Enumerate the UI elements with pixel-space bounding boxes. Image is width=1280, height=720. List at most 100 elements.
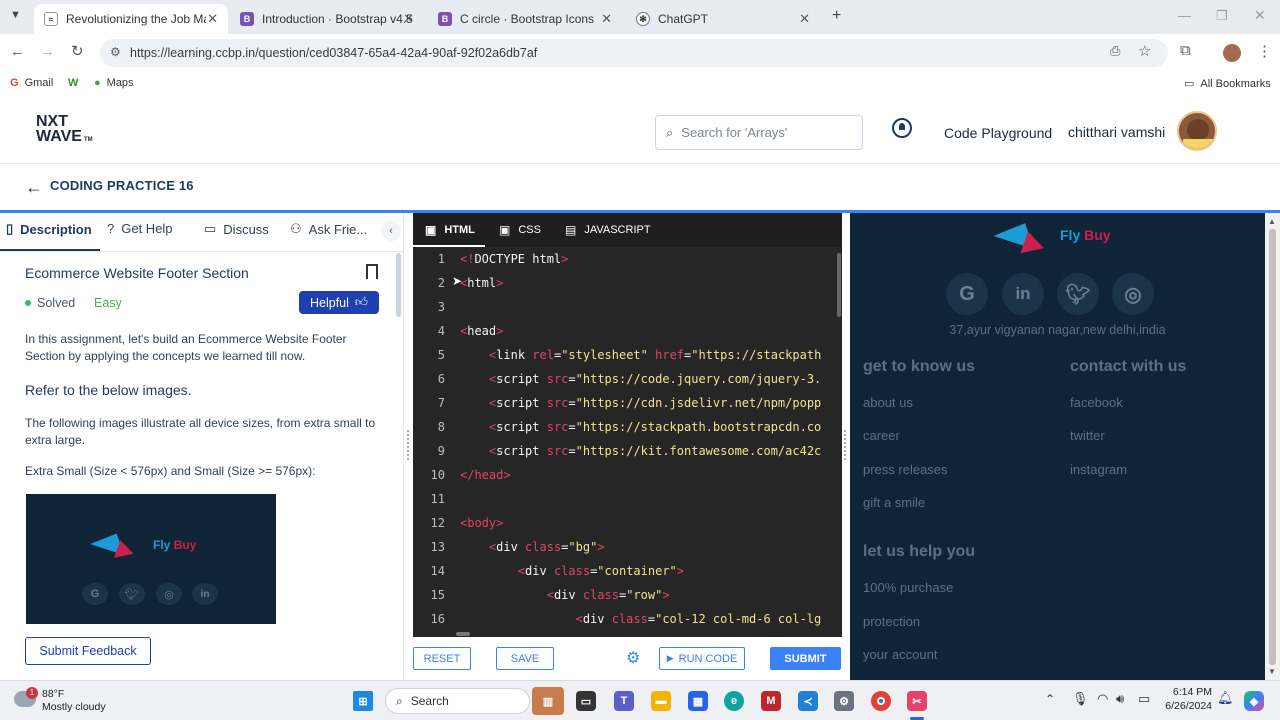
file-explorer-icon[interactable]: ▬ bbox=[651, 691, 671, 711]
code-line[interactable]: 1 <!DOCTYPE html> bbox=[413, 247, 842, 271]
link-purchase[interactable]: 100% purchase bbox=[863, 580, 953, 595]
browser-tab-nxtwave[interactable]: ≈ Revolutionizing the Job Market ✕ bbox=[34, 4, 228, 34]
chrome-icon[interactable] bbox=[871, 691, 891, 711]
close-icon[interactable]: ✕ bbox=[601, 11, 612, 27]
code-line[interactable]: 9 <script src="https://kit.fontawesome.c… bbox=[413, 439, 842, 463]
code-line[interactable]: 8 <script src="https://stackpath.bootstr… bbox=[413, 415, 842, 439]
browser-tab-chatgpt[interactable]: ✻ ChatGPT ✕ bbox=[626, 4, 820, 34]
install-app-icon[interactable]: ⎙ bbox=[1110, 43, 1120, 59]
link-about-us[interactable]: about us bbox=[863, 395, 913, 410]
taskbar-widget-icon[interactable]: ▥ bbox=[532, 687, 564, 715]
run-code-button[interactable]: ▶ RUN CODE bbox=[659, 647, 745, 670]
menu-kebab-icon[interactable]: ⋮ bbox=[1257, 42, 1272, 60]
code-line[interactable]: 14 <div class="container"> bbox=[413, 559, 842, 583]
all-bookmarks-button[interactable]: ▭ All Bookmarks bbox=[1184, 77, 1271, 91]
new-tab-button[interactable]: + bbox=[832, 7, 841, 25]
twitter-icon[interactable]: 🐦︎ bbox=[1057, 273, 1099, 315]
mcafee-icon[interactable]: M bbox=[761, 691, 781, 711]
taskbar-search[interactable]: ⌕ Search bbox=[385, 688, 530, 714]
browser-tab-bootstrap-icons[interactable]: B C circle · Bootstrap Icons ✕ bbox=[428, 4, 622, 34]
close-icon[interactable]: ✕ bbox=[207, 11, 218, 27]
tab-css[interactable]: ▣ CSS bbox=[499, 223, 541, 237]
restore-icon[interactable]: ❐ bbox=[1216, 8, 1228, 24]
stopwatch-icon[interactable] bbox=[892, 118, 912, 138]
code-line[interactable]: 12 <body> bbox=[413, 511, 842, 535]
tab-ask-friends[interactable]: ⚇ Ask Frie... bbox=[290, 221, 367, 237]
copilot-icon[interactable]: ◈ bbox=[1244, 691, 1264, 711]
collapse-panel-button[interactable]: ‹ bbox=[381, 221, 401, 241]
link-career[interactable]: career bbox=[863, 428, 900, 443]
tab-search-button[interactable]: ▼ bbox=[10, 9, 21, 21]
chevron-up-icon[interactable]: ⌃ bbox=[1045, 692, 1055, 706]
settings-gear-icon[interactable]: ⚙ bbox=[626, 648, 640, 668]
submit-button[interactable]: SUBMIT bbox=[770, 647, 841, 670]
link-press-releases[interactable]: press releases bbox=[863, 462, 948, 477]
window-close-icon[interactable]: ✕ bbox=[1254, 7, 1266, 24]
minimize-icon[interactable]: — bbox=[1178, 8, 1191, 23]
tab-javascript[interactable]: ▤ JAVASCRIPT bbox=[565, 223, 651, 237]
volume-icon[interactable]: 🔊︎ bbox=[1116, 691, 1124, 707]
code-line[interactable]: 2 <html> bbox=[413, 271, 842, 295]
profile-avatar[interactable] bbox=[1223, 44, 1241, 62]
code-line[interactable]: 15 <div class="row"> bbox=[413, 583, 842, 607]
code-line[interactable]: 3 bbox=[413, 295, 842, 319]
notification-bell-icon[interactable]: 🔔︎ bbox=[1217, 690, 1234, 706]
link-instagram[interactable]: instagram bbox=[1070, 462, 1127, 477]
vscode-icon[interactable]: ≺ bbox=[798, 691, 818, 711]
teams-icon[interactable]: T bbox=[614, 691, 634, 711]
code-line[interactable]: 5 <link rel="stylesheet" href="https://s… bbox=[413, 343, 842, 367]
weather-widget[interactable]: 1 88°F Mostly cloudy bbox=[14, 687, 124, 717]
edge-icon[interactable]: e bbox=[724, 691, 744, 711]
tab-html[interactable]: ▣ HTML bbox=[425, 223, 475, 237]
snipping-tool-icon[interactable]: ✂ bbox=[907, 691, 927, 711]
save-button[interactable]: SAVE bbox=[496, 647, 554, 670]
nxtwave-logo[interactable]: NXT WAVE TM bbox=[36, 114, 106, 148]
task-view-icon[interactable]: ▭ bbox=[576, 691, 596, 711]
editor-scrollbar-thumb[interactable] bbox=[837, 253, 841, 317]
tab-description[interactable]: ▯ Description bbox=[6, 221, 92, 237]
bookmark-gmail[interactable]: G Gmail bbox=[10, 77, 53, 89]
back-arrow-icon[interactable]: ← bbox=[25, 177, 43, 198]
link-gift-a-smile[interactable]: gift a smile bbox=[863, 495, 925, 510]
code-line[interactable]: 10 </head> bbox=[413, 463, 842, 487]
resize-handle[interactable] bbox=[407, 430, 410, 460]
resize-handle[interactable] bbox=[844, 430, 847, 460]
extensions-icon[interactable]: ⧉ bbox=[1180, 42, 1191, 59]
wifi-icon[interactable]: ◠ bbox=[1097, 691, 1108, 707]
bookmark-icon[interactable] bbox=[366, 264, 378, 279]
site-info-icon[interactable]: ⚙ bbox=[110, 45, 121, 59]
battery-icon[interactable]: ▭ bbox=[1138, 691, 1150, 707]
code-line[interactable]: 6 <script src="https://code.jquery.com/j… bbox=[413, 367, 842, 391]
google-icon[interactable]: G bbox=[946, 273, 988, 315]
search-input[interactable]: ⌕ Search for 'Arrays' bbox=[655, 115, 863, 150]
code-playground-link[interactable]: Code Playground bbox=[944, 125, 1052, 141]
instagram-icon[interactable]: ◎ bbox=[1112, 273, 1154, 315]
microphone-icon[interactable]: 🎙︎ bbox=[1072, 691, 1089, 707]
link-protection[interactable]: protection bbox=[863, 614, 920, 629]
close-icon[interactable]: ✕ bbox=[799, 11, 810, 27]
code-line[interactable]: 7 <script src="https://cdn.jsdelivr.net/… bbox=[413, 391, 842, 415]
bookmark-star-icon[interactable]: ☆ bbox=[1138, 42, 1151, 60]
code-line[interactable]: 11 bbox=[413, 487, 842, 511]
reset-button[interactable]: RESET bbox=[413, 647, 471, 670]
address-bar[interactable]: ⚙ https://learning.ccbp.in/question/ced0… bbox=[100, 39, 1168, 67]
linkedin-icon[interactable]: in bbox=[1002, 273, 1044, 315]
back-arrow-icon[interactable]: ← bbox=[10, 43, 25, 60]
code-line[interactable]: 13 <div class="bg"> bbox=[413, 535, 842, 559]
link-your-account[interactable]: your account bbox=[863, 647, 937, 662]
settings-icon[interactable]: ⚙ bbox=[834, 691, 854, 711]
link-twitter[interactable]: twitter bbox=[1070, 428, 1105, 443]
clock-time[interactable]: 6:14 PM bbox=[1168, 686, 1212, 698]
close-icon[interactable]: ✕ bbox=[403, 11, 414, 27]
helpful-button[interactable]: Helpful 👍︎ bbox=[299, 291, 379, 314]
left-scrollbar-thumb[interactable] bbox=[396, 253, 401, 317]
preview-scrollbar[interactable]: ▲ ▼ bbox=[1265, 213, 1280, 680]
windows-start-icon[interactable]: ⊞ bbox=[353, 691, 373, 711]
editor-hscroll-thumb[interactable] bbox=[456, 632, 470, 636]
forward-arrow-icon[interactable]: → bbox=[40, 43, 55, 60]
code-line[interactable]: 4 <head> bbox=[413, 319, 842, 343]
clock-date[interactable]: 6/26/2024 bbox=[1158, 700, 1212, 712]
link-facebook[interactable]: facebook bbox=[1070, 395, 1123, 410]
reload-icon[interactable]: ↻ bbox=[71, 42, 84, 60]
tab-get-help[interactable]: ? Get Help bbox=[107, 221, 173, 236]
